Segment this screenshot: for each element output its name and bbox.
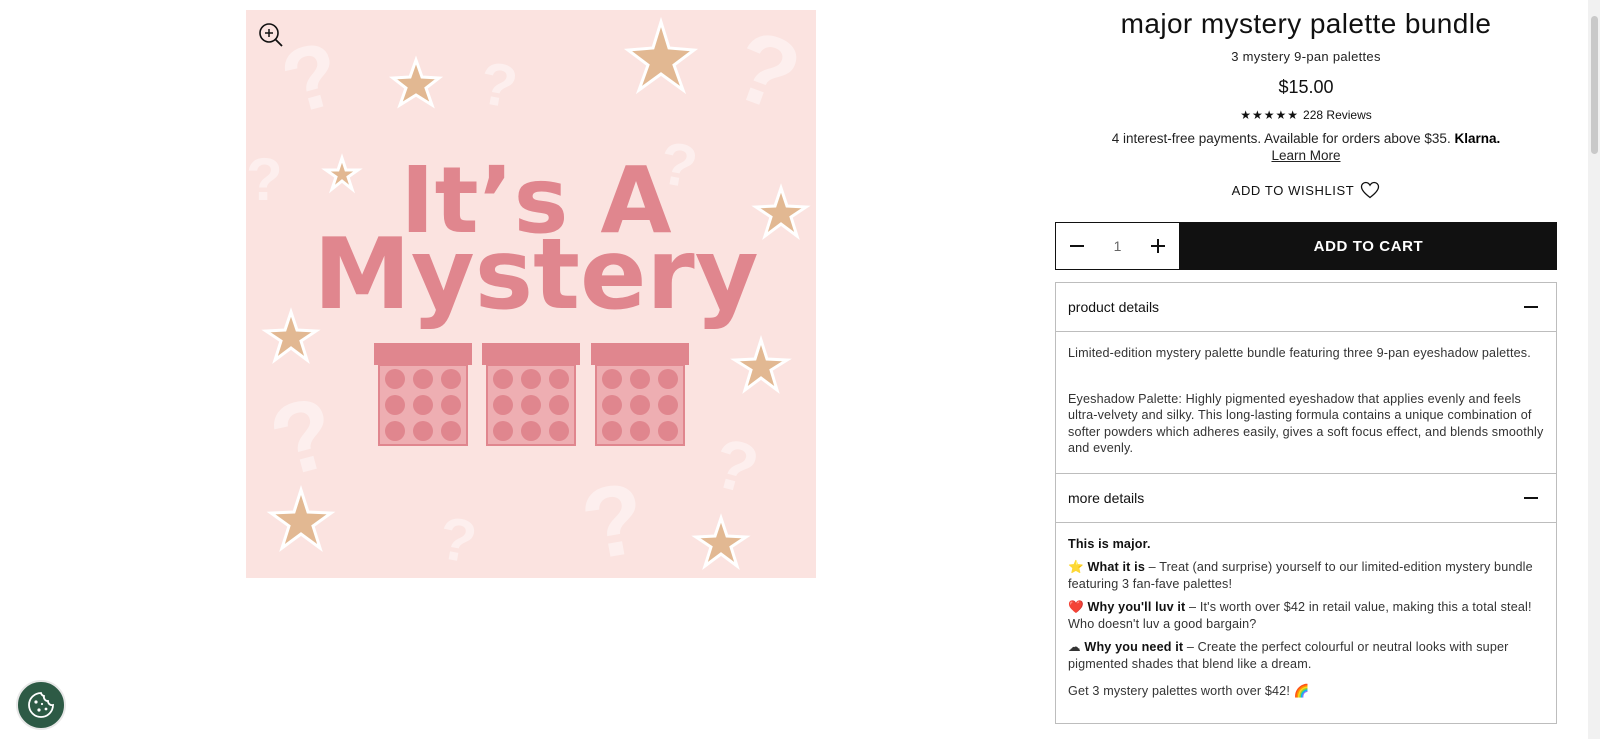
accordion-title: product details (1068, 299, 1160, 315)
zoom-icon[interactable] (257, 21, 285, 49)
svg-text:?: ? (246, 146, 283, 213)
product-image[interactable]: ? ? ? ? ? ? ? ? ? It’s A Mystery (246, 10, 816, 578)
what-it-is-label: What it is (1087, 560, 1145, 574)
reviews-summary[interactable]: ★★★★★ 228 Reviews (1055, 108, 1557, 122)
star-rating-icon: ★★★★★ (1240, 108, 1300, 122)
plus-icon (1151, 239, 1165, 253)
scrollbar-thumb[interactable] (1591, 16, 1598, 154)
collapse-icon (1524, 306, 1538, 308)
product-subtitle: 3 mystery 9-pan palettes (1231, 49, 1381, 64)
more-details-footer: Get 3 mystery palettes worth over $42! 🌈 (1068, 684, 1310, 698)
minus-icon (1070, 245, 1084, 247)
svg-text:?: ? (259, 375, 347, 499)
why-luv-it-label: Why you'll luv it (1087, 600, 1186, 614)
accordion-title: more details (1068, 489, 1145, 506)
decrease-quantity-button[interactable] (1056, 223, 1098, 269)
add-to-cart-row: ADD TO CART (1055, 222, 1557, 270)
klarna-logo: Klarna. (1454, 131, 1501, 146)
product-info: major mystery palette bundle 3 mystery 9… (1055, 0, 1557, 199)
more-details-intro: This is major. (1068, 536, 1151, 551)
product-price: $15.00 (1278, 77, 1334, 97)
svg-text:?: ? (475, 49, 523, 121)
star-emoji-icon: ⭐ (1068, 560, 1084, 574)
cookie-icon (28, 692, 54, 718)
accordion-body-more-details: This is major. ⭐ What it is – Treat (and… (1056, 523, 1556, 724)
page-scrollbar[interactable] (1588, 0, 1600, 739)
klarna-info: 4 interest-free payments. Available for … (1055, 130, 1557, 164)
mystery-promo-graphic: ? ? ? ? ? ? ? ? ? It’s A Mystery (246, 10, 814, 578)
klarna-text: 4 interest-free payments. Available for … (1111, 131, 1451, 146)
details-paragraph: Eyeshadow Palette: Highly pigmented eyes… (1068, 391, 1544, 456)
wishlist-label: ADD TO WISHLIST (1231, 182, 1355, 198)
quantity-stepper (1055, 222, 1180, 270)
cloud-emoji-icon: ☁ (1068, 640, 1081, 654)
increase-quantity-button[interactable] (1137, 223, 1179, 269)
accordion-header-product-details[interactable]: product details (1056, 283, 1556, 332)
add-to-wishlist-button[interactable]: ADD TO WISHLIST (1055, 181, 1557, 199)
svg-text:?: ? (574, 461, 654, 578)
svg-text:?: ? (434, 504, 482, 576)
add-to-cart-button[interactable]: ADD TO CART (1180, 222, 1557, 270)
heart-emoji-icon: ❤️ (1068, 600, 1084, 614)
learn-more-link[interactable]: Learn More (1271, 148, 1340, 163)
product-accordion: product details Limited-edition mystery … (1055, 282, 1557, 724)
heart-icon (1361, 181, 1380, 199)
reviews-count[interactable]: 228 Reviews (1303, 108, 1372, 122)
cookie-settings-button[interactable] (16, 680, 66, 730)
details-paragraph: Limited-edition mystery palette bundle f… (1068, 346, 1531, 360)
quantity-input[interactable] (1098, 237, 1137, 255)
image-headline-line2: Mystery (313, 218, 758, 332)
why-need-it-label: Why you need it (1084, 640, 1184, 654)
collapse-icon (1524, 496, 1538, 499)
accordion-body-product-details: Limited-edition mystery palette bundle f… (1056, 332, 1556, 474)
svg-text:?: ? (718, 10, 814, 134)
accordion-header-more-details[interactable]: more details (1056, 474, 1556, 523)
svg-text:?: ? (705, 423, 766, 509)
product-title: major mystery palette bundle (1120, 8, 1492, 39)
